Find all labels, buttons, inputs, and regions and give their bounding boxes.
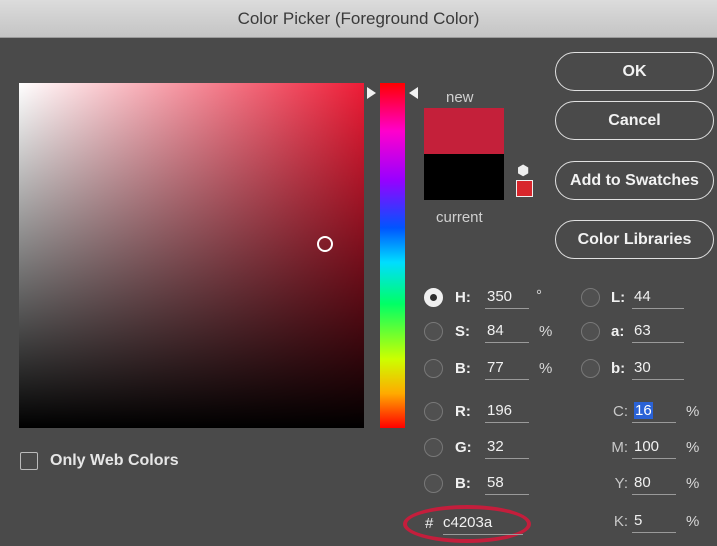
cancel-button[interactable]: Cancel — [555, 101, 714, 140]
color-field-cursor[interactable] — [317, 236, 333, 252]
only-web-colors-label: Only Web Colors — [50, 452, 179, 469]
hue-slider-left-arrow-icon[interactable] — [367, 87, 376, 99]
hue-label: H: — [455, 289, 471, 306]
lab-b-input[interactable]: 30 — [632, 358, 684, 380]
blue-input[interactable]: 58 — [485, 473, 529, 495]
magenta-input[interactable]: 100 — [632, 437, 676, 459]
lab-l-radio[interactable] — [581, 288, 600, 307]
yellow-unit: % — [686, 475, 700, 492]
black-unit: % — [686, 513, 700, 530]
magenta-label: M: — [611, 439, 628, 456]
brightness-unit: % — [539, 360, 553, 377]
hue-radio[interactable] — [424, 288, 443, 307]
hue-input[interactable]: 350 — [485, 287, 529, 309]
lab-b-radio[interactable] — [581, 359, 600, 378]
red-input[interactable]: 196 — [485, 401, 529, 423]
add-to-swatches-button[interactable]: Add to Swatches — [555, 161, 714, 200]
hex-input[interactable]: c4203a — [443, 513, 523, 535]
brightness-input[interactable]: 77 — [485, 358, 529, 380]
lab-l-input[interactable]: 44 — [632, 287, 684, 309]
black-input[interactable]: 5 — [632, 511, 676, 533]
new-label: new — [446, 89, 474, 106]
hue-unit: ° — [536, 287, 542, 304]
saturation-input[interactable]: 84 — [485, 321, 529, 343]
saturation-radio[interactable] — [424, 322, 443, 341]
lab-a-input[interactable]: 63 — [632, 321, 684, 343]
lab-b-label: b: — [611, 360, 626, 377]
red-label: R: — [455, 403, 471, 420]
color-field[interactable] — [19, 83, 364, 428]
lab-l-label: L: — [611, 289, 626, 306]
ok-button[interactable]: OK — [555, 52, 714, 91]
brightness-label: B: — [455, 360, 471, 377]
gamut-warning-swatch[interactable] — [516, 180, 533, 197]
blue-radio[interactable] — [424, 474, 443, 493]
green-input[interactable]: 32 — [485, 437, 529, 459]
green-label: G: — [455, 439, 472, 456]
new-color-swatch — [424, 108, 504, 154]
lab-a-radio[interactable] — [581, 322, 600, 341]
current-color-swatch[interactable] — [424, 154, 504, 200]
cyan-label: C: — [613, 403, 628, 420]
saturation-unit: % — [539, 323, 553, 340]
blue-label: B: — [455, 475, 471, 492]
cube-icon[interactable]: ⬢ — [517, 162, 529, 179]
green-radio[interactable] — [424, 438, 443, 457]
lab-a-label: a: — [611, 323, 625, 340]
current-label: current — [436, 209, 483, 226]
red-radio[interactable] — [424, 402, 443, 421]
yellow-input[interactable]: 80 — [632, 473, 676, 495]
magenta-unit: % — [686, 439, 700, 456]
yellow-label: Y: — [614, 475, 628, 492]
hex-label: # — [425, 515, 434, 532]
hue-slider[interactable] — [380, 83, 405, 428]
cyan-value: 16 — [634, 402, 653, 419]
color-libraries-button[interactable]: Color Libraries — [555, 220, 714, 259]
brightness-radio[interactable] — [424, 359, 443, 378]
black-label: K: — [613, 513, 628, 530]
cyan-unit: % — [686, 403, 700, 420]
saturation-label: S: — [455, 323, 470, 340]
only-web-colors-checkbox[interactable] — [20, 452, 38, 470]
window-title: Color Picker (Foreground Color) — [0, 0, 717, 38]
hue-slider-right-arrow-icon[interactable] — [409, 87, 418, 99]
cyan-input[interactable]: 16 — [632, 401, 676, 423]
